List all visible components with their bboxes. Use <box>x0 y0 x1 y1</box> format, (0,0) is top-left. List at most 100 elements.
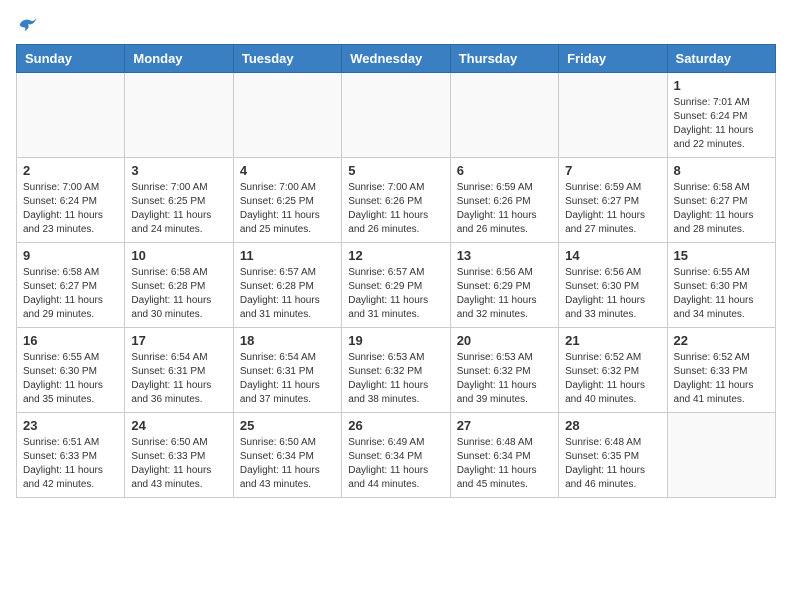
day-number: 16 <box>23 333 118 348</box>
day-info: Sunrise: 6:54 AM Sunset: 6:31 PM Dayligh… <box>131 351 226 407</box>
day-number: 22 <box>674 333 769 348</box>
day-number: 28 <box>565 418 660 433</box>
day-info: Sunrise: 6:56 AM Sunset: 6:29 PM Dayligh… <box>457 266 552 322</box>
weekday-header-saturday: Saturday <box>667 45 775 73</box>
day-info: Sunrise: 6:53 AM Sunset: 6:32 PM Dayligh… <box>457 351 552 407</box>
weekday-header-friday: Friday <box>559 45 667 73</box>
calendar-cell <box>450 73 558 158</box>
logo-bird-icon <box>18 16 38 34</box>
calendar-cell <box>17 73 125 158</box>
weekday-header-sunday: Sunday <box>17 45 125 73</box>
day-info: Sunrise: 7:00 AM Sunset: 6:25 PM Dayligh… <box>131 181 226 237</box>
day-info: Sunrise: 6:51 AM Sunset: 6:33 PM Dayligh… <box>23 436 118 492</box>
calendar-cell: 4Sunrise: 7:00 AM Sunset: 6:25 PM Daylig… <box>233 158 341 243</box>
weekday-header-monday: Monday <box>125 45 233 73</box>
day-number: 18 <box>240 333 335 348</box>
day-info: Sunrise: 6:57 AM Sunset: 6:28 PM Dayligh… <box>240 266 335 322</box>
calendar-cell <box>342 73 450 158</box>
day-number: 14 <box>565 248 660 263</box>
day-number: 25 <box>240 418 335 433</box>
day-info: Sunrise: 6:55 AM Sunset: 6:30 PM Dayligh… <box>23 351 118 407</box>
calendar-cell: 17 Sunrise: 6:54 AM Sunset: 6:31 PM Dayli… <box>125 328 233 413</box>
weekday-header-thursday: Thursday <box>450 45 558 73</box>
day-number: 5 <box>348 163 443 178</box>
day-info: Sunrise: 6:50 AM Sunset: 6:33 PM Dayligh… <box>131 436 226 492</box>
day-info: Sunrise: 6:58 AM Sunset: 6:27 PM Dayligh… <box>23 266 118 322</box>
day-number: 10 <box>131 248 226 263</box>
calendar-cell: 6 Sunrise: 6:59 AM Sunset: 6:26 PM Daylig… <box>450 158 558 243</box>
calendar-cell: 16 Sunrise: 6:55 AM Sunset: 6:30 PM Dayli… <box>17 328 125 413</box>
calendar-cell: 2 Sunrise: 7:00 AM Sunset: 6:24 PM Daylig… <box>17 158 125 243</box>
page-header <box>16 16 776 34</box>
day-info: Sunrise: 6:52 AM Sunset: 6:33 PM Dayligh… <box>674 351 769 407</box>
day-info: Sunrise: 6:52 AM Sunset: 6:32 PM Dayligh… <box>565 351 660 407</box>
day-number: 7 <box>565 163 660 178</box>
calendar-cell <box>667 413 775 498</box>
day-info: Sunrise: 7:00 AM Sunset: 6:25 PM Dayligh… <box>240 181 335 237</box>
calendar-cell: 3 Sunrise: 7:00 AM Sunset: 6:25 PM Daylig… <box>125 158 233 243</box>
day-number: 9 <box>23 248 118 263</box>
calendar-cell: 22 Sunrise: 6:52 AM Sunset: 6:33 PM Dayli… <box>667 328 775 413</box>
day-info: Sunrise: 6:53 AM Sunset: 6:32 PM Dayligh… <box>348 351 443 407</box>
day-info: Sunrise: 6:57 AM Sunset: 6:29 PM Dayligh… <box>348 266 443 322</box>
day-number: 15 <box>674 248 769 263</box>
week-row-4: 16 Sunrise: 6:55 AM Sunset: 6:30 PM Dayli… <box>17 328 776 413</box>
day-info: Sunrise: 6:59 AM Sunset: 6:26 PM Dayligh… <box>457 181 552 237</box>
calendar-cell: 10 Sunrise: 6:58 AM Sunset: 6:28 PM Dayli… <box>125 243 233 328</box>
day-number: 27 <box>457 418 552 433</box>
day-info: Sunrise: 6:48 AM Sunset: 6:35 PM Dayligh… <box>565 436 660 492</box>
day-info: Sunrise: 6:49 AM Sunset: 6:34 PM Dayligh… <box>348 436 443 492</box>
calendar-cell: 12 Sunrise: 6:57 AM Sunset: 6:29 PM Dayli… <box>342 243 450 328</box>
calendar-cell: 11 Sunrise: 6:57 AM Sunset: 6:28 PM Dayli… <box>233 243 341 328</box>
calendar-cell <box>125 73 233 158</box>
day-number: 21 <box>565 333 660 348</box>
week-row-2: 2 Sunrise: 7:00 AM Sunset: 6:24 PM Daylig… <box>17 158 776 243</box>
calendar-cell: 7 Sunrise: 6:59 AM Sunset: 6:27 PM Daylig… <box>559 158 667 243</box>
calendar-cell <box>233 73 341 158</box>
calendar-cell: 27 Sunrise: 6:48 AM Sunset: 6:34 PM Dayli… <box>450 413 558 498</box>
calendar-cell: 13 Sunrise: 6:56 AM Sunset: 6:29 PM Dayli… <box>450 243 558 328</box>
day-info: Sunrise: 6:58 AM Sunset: 6:27 PM Dayligh… <box>674 181 769 237</box>
day-info: Sunrise: 7:01 AM Sunset: 6:24 PM Dayligh… <box>674 96 769 152</box>
day-number: 2 <box>23 163 118 178</box>
weekday-header-tuesday: Tuesday <box>233 45 341 73</box>
calendar-cell: 25 Sunrise: 6:50 AM Sunset: 6:34 PM Dayli… <box>233 413 341 498</box>
calendar-cell: 19Sunrise: 6:53 AM Sunset: 6:32 PM Dayli… <box>342 328 450 413</box>
day-info: Sunrise: 7:00 AM Sunset: 6:24 PM Dayligh… <box>23 181 118 237</box>
calendar-cell: 9 Sunrise: 6:58 AM Sunset: 6:27 PM Daylig… <box>17 243 125 328</box>
day-info: Sunrise: 6:59 AM Sunset: 6:27 PM Dayligh… <box>565 181 660 237</box>
day-info: Sunrise: 6:58 AM Sunset: 6:28 PM Dayligh… <box>131 266 226 322</box>
day-info: Sunrise: 6:56 AM Sunset: 6:30 PM Dayligh… <box>565 266 660 322</box>
calendar-cell: 26 Sunrise: 6:49 AM Sunset: 6:34 PM Dayli… <box>342 413 450 498</box>
weekday-header-wednesday: Wednesday <box>342 45 450 73</box>
day-number: 17 <box>131 333 226 348</box>
day-number: 13 <box>457 248 552 263</box>
calendar-cell: 5Sunrise: 7:00 AM Sunset: 6:26 PM Daylig… <box>342 158 450 243</box>
day-number: 3 <box>131 163 226 178</box>
calendar-cell: 14 Sunrise: 6:56 AM Sunset: 6:30 PM Dayli… <box>559 243 667 328</box>
calendar-cell: 18 Sunrise: 6:54 AM Sunset: 6:31 PM Dayli… <box>233 328 341 413</box>
week-row-3: 9 Sunrise: 6:58 AM Sunset: 6:27 PM Daylig… <box>17 243 776 328</box>
calendar-table: SundayMondayTuesdayWednesdayThursdayFrid… <box>16 44 776 498</box>
day-info: Sunrise: 6:54 AM Sunset: 6:31 PM Dayligh… <box>240 351 335 407</box>
day-number: 23 <box>23 418 118 433</box>
day-number: 26 <box>348 418 443 433</box>
day-number: 1 <box>674 78 769 93</box>
day-number: 11 <box>240 248 335 263</box>
calendar-cell: 24 Sunrise: 6:50 AM Sunset: 6:33 PM Dayli… <box>125 413 233 498</box>
calendar-cell: 20Sunrise: 6:53 AM Sunset: 6:32 PM Dayli… <box>450 328 558 413</box>
calendar-cell <box>559 73 667 158</box>
calendar-cell: 8 Sunrise: 6:58 AM Sunset: 6:27 PM Daylig… <box>667 158 775 243</box>
calendar-cell: 1 Sunrise: 7:01 AM Sunset: 6:24 PM Daylig… <box>667 73 775 158</box>
calendar-cell: 28 Sunrise: 6:48 AM Sunset: 6:35 PM Dayli… <box>559 413 667 498</box>
day-number: 6 <box>457 163 552 178</box>
day-number: 24 <box>131 418 226 433</box>
day-info: Sunrise: 6:50 AM Sunset: 6:34 PM Dayligh… <box>240 436 335 492</box>
day-info: Sunrise: 6:48 AM Sunset: 6:34 PM Dayligh… <box>457 436 552 492</box>
day-number: 12 <box>348 248 443 263</box>
week-row-1: 1 Sunrise: 7:01 AM Sunset: 6:24 PM Daylig… <box>17 73 776 158</box>
calendar-cell: 21 Sunrise: 6:52 AM Sunset: 6:32 PM Dayli… <box>559 328 667 413</box>
day-number: 8 <box>674 163 769 178</box>
logo <box>16 16 38 34</box>
calendar-cell: 15Sunrise: 6:55 AM Sunset: 6:30 PM Dayli… <box>667 243 775 328</box>
